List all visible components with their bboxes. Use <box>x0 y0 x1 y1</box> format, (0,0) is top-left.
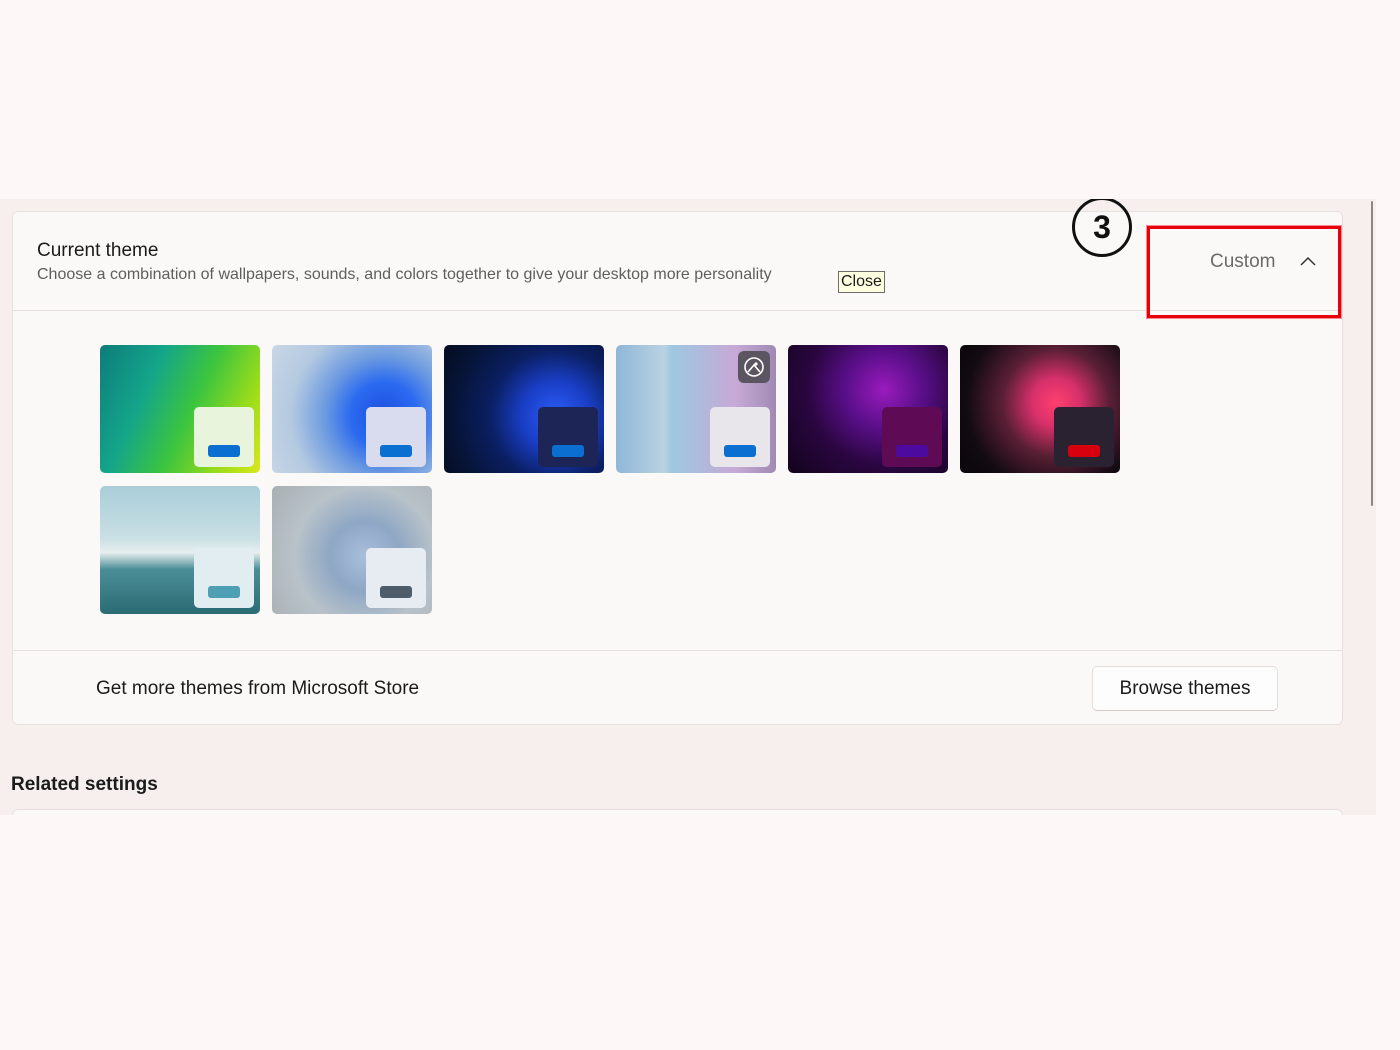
scrollbar-thumb[interactable] <box>1371 201 1373 506</box>
store-row: Get more themes from Microsoft Store Bro… <box>13 650 1342 725</box>
current-theme-expander[interactable]: Custom <box>1147 226 1341 318</box>
current-theme-card: Current theme Choose a combination of wa… <box>12 199 1343 725</box>
theme-color-swatch <box>366 407 426 467</box>
theme-color-swatch <box>366 548 426 608</box>
theme-windows-light[interactable] <box>272 345 432 473</box>
accent-color-bar <box>724 445 756 457</box>
chevron-up-icon <box>1300 256 1316 266</box>
step-number-badge: 3 <box>1072 199 1132 257</box>
theme-flow[interactable] <box>272 486 432 614</box>
current-theme-value: Custom <box>1210 251 1276 272</box>
accent-color-bar <box>208 445 240 457</box>
accent-color-bar <box>380 586 412 598</box>
section-title: Current theme <box>37 240 159 261</box>
theme-color-swatch <box>194 548 254 608</box>
related-settings-card <box>12 809 1343 815</box>
close-tooltip: Close <box>838 271 885 293</box>
settings-page: Current theme Choose a combination of wa… <box>0 199 1376 815</box>
theme-color-swatch <box>1054 407 1114 467</box>
theme-glow[interactable] <box>788 345 948 473</box>
theme-color-swatch <box>882 407 942 467</box>
browse-themes-button[interactable]: Browse themes <box>1092 666 1278 711</box>
theme-color-swatch <box>194 407 254 467</box>
related-settings-heading: Related settings <box>11 774 158 795</box>
accent-color-bar <box>380 445 412 457</box>
theme-color-swatch <box>710 407 770 467</box>
theme-captured-motion[interactable] <box>960 345 1120 473</box>
accent-color-bar <box>208 586 240 598</box>
accent-color-bar <box>552 445 584 457</box>
theme-spotlight[interactable] <box>616 345 776 473</box>
slideshow-icon <box>738 351 770 383</box>
theme-windows-dark[interactable] <box>444 345 604 473</box>
accent-color-bar <box>896 445 928 457</box>
theme-green-glow[interactable] <box>100 345 260 473</box>
current-theme-header[interactable]: Current theme Choose a combination of wa… <box>13 199 1342 318</box>
scrollbar[interactable] <box>1369 199 1376 815</box>
section-subtitle: Choose a combination of wallpapers, soun… <box>37 266 772 283</box>
theme-sunrise-lake[interactable] <box>100 486 260 614</box>
theme-color-swatch <box>538 407 598 467</box>
accent-color-bar <box>1068 445 1100 457</box>
store-text: Get more themes from Microsoft Store <box>96 678 420 699</box>
